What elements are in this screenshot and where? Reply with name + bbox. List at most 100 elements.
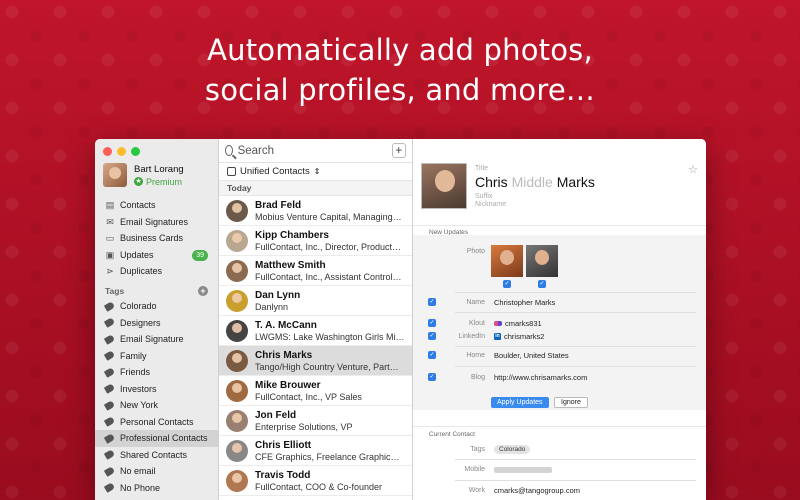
minimize-window-button[interactable] xyxy=(117,147,126,156)
search-input[interactable] xyxy=(237,144,392,157)
home-text: Boulder, United States xyxy=(494,351,569,360)
contact-full-name[interactable]: Chris Middle Marks xyxy=(475,174,595,190)
avatar xyxy=(226,319,248,342)
tag-item-family[interactable]: Family xyxy=(95,348,218,365)
tag-item-designers[interactable]: Designers xyxy=(95,315,218,332)
avatar xyxy=(226,409,248,432)
tags-label: Tags xyxy=(470,446,485,453)
divider xyxy=(455,312,696,313)
photo-option-1[interactable] xyxy=(491,245,523,277)
contact-row[interactable]: Kipp Chambers FullContact, Inc., Director… xyxy=(219,226,412,256)
contact-row-selected[interactable]: Chris Marks Tango/High Country Venture, P… xyxy=(219,346,412,376)
photo-label: Photo xyxy=(466,248,485,255)
contact-list-pane: + Unified Contacts ⇕ Today Brad FeldMobi… xyxy=(219,139,413,500)
avatar xyxy=(226,289,248,312)
tag-icon xyxy=(103,383,116,395)
contacts-icon: ▤ xyxy=(105,200,115,211)
contact-subtitle: FullContact, Inc., Director, Product… xyxy=(255,241,402,252)
last-name: Marks xyxy=(556,174,595,190)
contact-row[interactable]: Brad Feld Mobius Venture Capital, Managin… xyxy=(219,196,412,226)
updates-count-badge: 39 xyxy=(192,249,208,261)
tag-item-friends[interactable]: Friends xyxy=(95,364,218,381)
nickname-field[interactable]: Nickname xyxy=(475,201,506,208)
zoom-window-button[interactable] xyxy=(131,147,140,156)
blog-text: http://www.chrisamarks.com xyxy=(494,373,588,382)
work-label: Work xyxy=(468,487,485,494)
title-field[interactable]: Title xyxy=(475,165,488,172)
headline-line-2: social profiles, and more… xyxy=(204,73,596,107)
photo-option-2[interactable] xyxy=(526,245,558,277)
tag-label: Friends xyxy=(120,367,151,378)
star-icon[interactable]: ☆ xyxy=(688,163,698,176)
address-book-icon xyxy=(227,167,236,176)
window-controls xyxy=(103,147,140,156)
sidebar-item-updates[interactable]: ▣ Updates 39 xyxy=(95,247,218,264)
tag-icon xyxy=(103,399,116,411)
photo-1-checkbox[interactable]: ✓ xyxy=(503,280,511,288)
contact-subtitle: FullContact, COO & Co-founder xyxy=(255,481,383,492)
contact-row[interactable]: Mike Brouwer FullContact, Inc., VP Sales xyxy=(219,376,412,406)
sidebar-item-label: Email Signatures xyxy=(120,216,189,227)
close-window-button[interactable] xyxy=(103,147,112,156)
sidebar-item-business-cards[interactable]: ▭ Business Cards xyxy=(95,230,218,247)
add-tag-button[interactable]: + xyxy=(198,286,208,296)
tag-icon xyxy=(103,300,116,312)
tag-icon xyxy=(103,333,116,345)
name-value: Christopher Marks xyxy=(494,298,555,307)
avatar xyxy=(226,469,248,492)
contact-row[interactable]: Matthew Smith FullContact, Inc., Assistan… xyxy=(219,256,412,286)
new-updates-header: New Updates xyxy=(413,225,706,236)
source-selector[interactable]: Unified Contacts ⇕ xyxy=(219,163,412,181)
sidebar-item-contacts[interactable]: ▤ Contacts xyxy=(95,197,218,214)
tag-list: Colorado Designers Email Signature Famil… xyxy=(95,298,218,496)
tag-item-shared-contacts[interactable]: Shared Contacts xyxy=(95,447,218,464)
middle-name-placeholder: Middle xyxy=(511,174,553,190)
sidebar-item-email-signatures[interactable]: ✉ Email Signatures xyxy=(95,214,218,231)
contact-name: Dan Lynn xyxy=(255,289,301,301)
add-contact-button[interactable]: + xyxy=(391,143,406,158)
headline: Automatically add photos, social profile… xyxy=(0,30,800,110)
tag-item-no-phone[interactable]: No Phone xyxy=(95,480,218,497)
tag-item-personal-contacts[interactable]: Personal Contacts xyxy=(95,414,218,431)
search-icon xyxy=(225,145,233,156)
contact-row[interactable]: T. A. McCann LWGMS: Lake Washington Girls… xyxy=(219,316,412,346)
tag-item-investors[interactable]: Investors xyxy=(95,381,218,398)
contact-photo[interactable] xyxy=(421,163,467,209)
card-icon: ▭ xyxy=(105,233,115,244)
contact-row[interactable]: Chris Elliott CFE Graphics, Freelance Gra… xyxy=(219,436,412,466)
tag-item-professional-contacts[interactable]: Professional Contacts xyxy=(95,430,218,447)
contact-subtitle: LWGMS: Lake Washington Girls Mi… xyxy=(255,331,405,342)
apply-updates-button[interactable]: Apply Updates xyxy=(491,397,549,408)
home-value: Boulder, United States xyxy=(494,351,569,360)
suffix-field[interactable]: Suffix xyxy=(475,193,492,200)
contact-subtitle: FullContact, Inc., VP Sales xyxy=(255,391,362,402)
work-value: cmarks@tangogroup.com xyxy=(494,486,580,495)
avatar xyxy=(226,379,248,402)
work-email[interactable]: cmarks@tangogroup.com xyxy=(494,486,580,495)
ignore-button[interactable]: Ignore xyxy=(554,397,588,408)
tag-icon xyxy=(103,416,116,428)
linkedin-value: in chrismarks2 xyxy=(494,332,544,341)
tag-item-no-email[interactable]: No email xyxy=(95,463,218,480)
premium-icon: ★ xyxy=(134,177,143,186)
tag-item-email-signature[interactable]: Email Signature xyxy=(95,331,218,348)
photo-2-checkbox[interactable]: ✓ xyxy=(538,280,546,288)
tags-header: Tags + xyxy=(105,286,208,296)
headline-line-1: Automatically add photos, xyxy=(207,33,593,67)
divider xyxy=(455,366,696,367)
contact-name: Travis Todd xyxy=(255,469,311,481)
sidebar-item-duplicates[interactable]: ⋗ Duplicates xyxy=(95,263,218,280)
envelope-icon: ✉ xyxy=(106,216,114,227)
contact-row[interactable]: Jon Feld Enterprise Solutions, VP xyxy=(219,406,412,436)
sidebar-item-label: Business Cards xyxy=(120,233,184,244)
tag-item-colorado[interactable]: Colorado xyxy=(95,298,218,315)
tag-label: Email Signature xyxy=(120,334,184,345)
current-contact-header: Current Contact xyxy=(413,426,706,438)
updates-icon: ▣ xyxy=(105,249,115,260)
tag-pill[interactable]: Colorado xyxy=(494,445,531,454)
contact-row[interactable]: Dan Lynn Danlynn xyxy=(219,286,412,316)
tag-item-new-york[interactable]: New York xyxy=(95,397,218,414)
account[interactable]: Bart Lorang ★ Premium xyxy=(103,163,184,187)
contact-row[interactable]: Travis Todd FullContact, COO & Co-founder xyxy=(219,466,412,496)
tag-icon xyxy=(103,482,116,494)
